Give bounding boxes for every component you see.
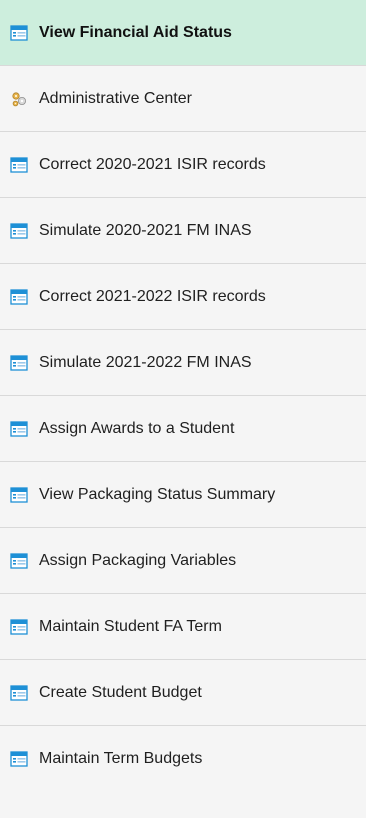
- nav-item-label: Simulate 2021-2022 FM INAS: [39, 353, 252, 371]
- component-icon: [10, 420, 28, 438]
- nav-item-assign-awards-to-a-student[interactable]: Assign Awards to a Student: [0, 396, 366, 462]
- component-icon: [10, 156, 28, 174]
- component-icon: [10, 684, 28, 702]
- nav-item-view-packaging-status-summary[interactable]: View Packaging Status Summary: [0, 462, 366, 528]
- component-icon: [10, 354, 28, 372]
- nav-item-label: Simulate 2020-2021 FM INAS: [39, 221, 252, 239]
- nav-item-correct-2021-2022-isir-records[interactable]: Correct 2021-2022 ISIR records: [0, 264, 366, 330]
- nav-item-simulate-2020-2021-fm-inas[interactable]: Simulate 2020-2021 FM INAS: [0, 198, 366, 264]
- nav-item-maintain-student-fa-term[interactable]: Maintain Student FA Term: [0, 594, 366, 660]
- component-icon: [10, 750, 28, 768]
- component-icon: [10, 288, 28, 306]
- nav-item-correct-2020-2021-isir-records[interactable]: Correct 2020-2021 ISIR records: [0, 132, 366, 198]
- nav-item-label: Assign Packaging Variables: [39, 551, 237, 569]
- nav-item-maintain-term-budgets[interactable]: Maintain Term Budgets: [0, 726, 366, 792]
- component-icon: [10, 552, 28, 570]
- nav-item-administrative-center[interactable]: Administrative Center: [0, 66, 366, 132]
- component-icon: [10, 618, 28, 636]
- nav-item-label: Create Student Budget: [39, 683, 202, 701]
- nav-item-label: Maintain Student FA Term: [39, 617, 222, 635]
- component-icon: [10, 222, 28, 240]
- nav-item-label: Administrative Center: [39, 89, 192, 107]
- nav-item-label: Assign Awards to a Student: [39, 419, 235, 437]
- component-icon: [10, 486, 28, 504]
- nav-item-label: View Financial Aid Status: [39, 23, 232, 41]
- nav-item-create-student-budget[interactable]: Create Student Budget: [0, 660, 366, 726]
- nav-item-assign-packaging-variables[interactable]: Assign Packaging Variables: [0, 528, 366, 594]
- nav-item-label: Maintain Term Budgets: [39, 750, 203, 767]
- component-icon: [10, 24, 28, 42]
- nav-item-label: Correct 2020-2021 ISIR records: [39, 155, 266, 173]
- gear-cluster-icon: [10, 90, 28, 108]
- nav-item-simulate-2021-2022-fm-inas[interactable]: Simulate 2021-2022 FM INAS: [0, 330, 366, 396]
- nav-item-label: View Packaging Status Summary: [39, 485, 276, 503]
- nav-item-label: Correct 2021-2022 ISIR records: [39, 287, 266, 305]
- nav-item-view-financial-aid-status[interactable]: View Financial Aid Status: [0, 0, 366, 66]
- navigation-menu: View Financial Aid Status Administrative…: [0, 0, 366, 818]
